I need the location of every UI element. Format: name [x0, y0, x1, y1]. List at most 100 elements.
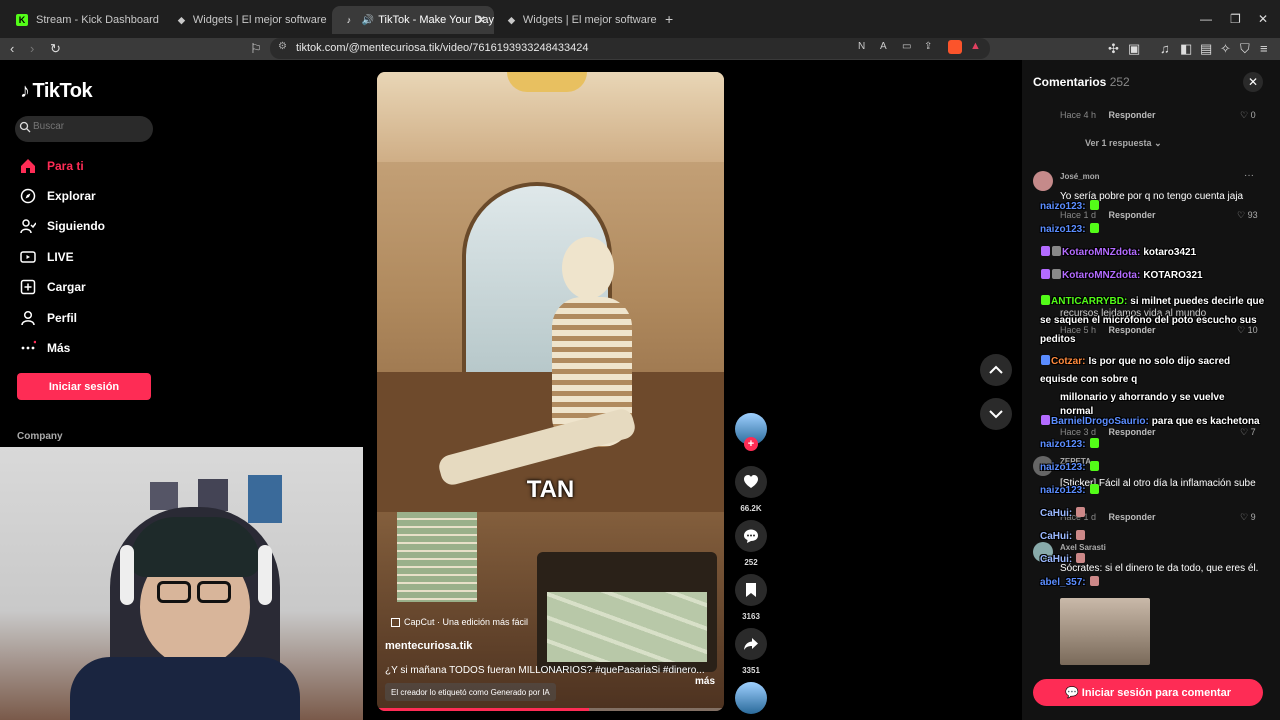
- sidebar-item-mas[interactable]: Más: [20, 340, 70, 356]
- emote-icon: [1076, 507, 1086, 517]
- comment-user[interactable]: Axel Sarasti: [1060, 543, 1106, 552]
- url-text[interactable]: tiktok.com/@mentecuriosa.tik/video/76161…: [296, 42, 588, 54]
- comment-likes[interactable]: ♡ 7: [1240, 427, 1256, 438]
- new-tab-button[interactable]: +: [665, 11, 673, 27]
- comment-options-icon[interactable]: ···: [1244, 170, 1254, 181]
- comment-likes[interactable]: ♡ 93: [1237, 210, 1258, 221]
- cast-icon[interactable]: ▭: [902, 41, 911, 52]
- chat-message: abel_357:: [1040, 576, 1100, 588]
- badge-icon: [1041, 415, 1050, 425]
- chat-user: BarnielDrogoSaurio:: [1051, 416, 1149, 427]
- sidebar-item-cargar[interactable]: Cargar: [20, 279, 86, 295]
- sound-disc[interactable]: [735, 682, 767, 714]
- chat-user: CaHui:: [1040, 554, 1073, 565]
- comment-image[interactable]: [1060, 598, 1150, 665]
- share-action[interactable]: 3351: [735, 628, 767, 675]
- leo-icon[interactable]: ✧: [1220, 41, 1231, 57]
- emote-icon: [1089, 484, 1099, 494]
- tab-tiktok[interactable]: ♪ 🔊 TikTok - Make Your Day ✕: [332, 6, 494, 34]
- sound-disc-icon[interactable]: [735, 682, 767, 714]
- rewards-icon[interactable]: ▲: [970, 40, 981, 52]
- share-arrow-icon[interactable]: [735, 628, 767, 660]
- chat-user: ANTICARRYBD:: [1051, 296, 1128, 307]
- wallet-icon[interactable]: ▤: [1200, 41, 1212, 57]
- language-icon[interactable]: A: [880, 41, 887, 52]
- reload-icon[interactable]: ↻: [50, 41, 61, 57]
- badge-icon: [1041, 355, 1050, 365]
- video-player[interactable]: TAN CapCut · Una edición más fácil mente…: [377, 72, 724, 711]
- forward-icon[interactable]: ›: [30, 41, 34, 56]
- tab-title: Widgets | El mejor software para pot: [522, 14, 660, 26]
- bookmark-icon[interactable]: ⚐: [250, 41, 262, 57]
- creator-avatar[interactable]: +: [735, 413, 767, 451]
- comment-likes[interactable]: ♡ 0: [1240, 110, 1256, 121]
- extensions-icon[interactable]: ✣: [1108, 41, 1119, 57]
- emote-icon: [1089, 223, 1099, 233]
- close-tab-icon[interactable]: ✕: [476, 13, 486, 27]
- chat-message: BarnielDrogoSaurio: para que es kachetona: [1040, 415, 1260, 427]
- like-action[interactable]: 66.2K: [735, 466, 767, 513]
- comment-user[interactable]: José_mon: [1060, 172, 1100, 181]
- share-icon[interactable]: ⇪: [924, 41, 932, 52]
- close-window-icon[interactable]: ✕: [1258, 12, 1268, 26]
- chevron-up-icon: [989, 365, 1003, 374]
- sidebar-item-para-ti[interactable]: Para ti: [20, 158, 84, 174]
- sidebar-item-label: Siguiendo: [47, 219, 105, 233]
- translate-icon[interactable]: N: [858, 41, 865, 52]
- reply-button[interactable]: Responder: [1109, 210, 1156, 220]
- reply-button[interactable]: Responder: [1109, 110, 1156, 120]
- profile-icon: [20, 310, 36, 326]
- more-link[interactable]: más: [695, 676, 715, 687]
- tiktok-logo[interactable]: ♪ TikTok: [20, 80, 93, 103]
- like-number: 7: [1250, 427, 1256, 437]
- view-replies[interactable]: Ver 1 respuesta ⌄: [1085, 138, 1162, 149]
- browser-tab-bar: K Stream - Kick Dashboard ◆ Widgets | El…: [0, 0, 1280, 38]
- tab-search-icon[interactable]: ▣: [1128, 41, 1140, 57]
- chat-user: CaHui:: [1040, 508, 1073, 519]
- minimize-icon[interactable]: —: [1200, 12, 1212, 26]
- back-icon[interactable]: ‹: [10, 41, 14, 56]
- login-to-comment-button[interactable]: 💬 Iniciar sesión para comentar: [1033, 679, 1263, 706]
- comment-text: Sócrates: si el dinero te da todo, que e…: [1060, 563, 1259, 574]
- previous-video-button[interactable]: [980, 354, 1012, 386]
- sidebar-item-siguiendo[interactable]: Siguiendo: [20, 218, 105, 234]
- wall-poster: [150, 482, 178, 510]
- tab-kick-dashboard[interactable]: K Stream - Kick Dashboard: [4, 6, 164, 34]
- sidebar-item-explorar[interactable]: Explorar: [20, 188, 96, 204]
- comment-action[interactable]: 252: [735, 520, 767, 567]
- avatar[interactable]: [1033, 171, 1053, 191]
- reply-button[interactable]: Responder: [1109, 512, 1156, 522]
- comment-likes[interactable]: ♡ 9: [1240, 512, 1256, 523]
- company-heading: Company: [17, 431, 63, 442]
- reply-button[interactable]: Responder: [1109, 427, 1156, 437]
- menu-icon[interactable]: ≡: [1260, 41, 1268, 56]
- login-button[interactable]: Iniciar sesión: [17, 373, 151, 400]
- music-icon[interactable]: ♫: [1160, 41, 1170, 56]
- sidebar-item-perfil[interactable]: Perfil: [20, 310, 77, 326]
- video-author[interactable]: mentecuriosa.tik: [385, 640, 472, 652]
- capcut-badge[interactable]: CapCut · Una edición más fácil: [391, 617, 528, 627]
- webcam-feed: [0, 447, 363, 720]
- search-input[interactable]: [33, 121, 143, 132]
- heart-icon[interactable]: [735, 466, 767, 498]
- maximize-icon[interactable]: ❐: [1230, 12, 1241, 26]
- sidebar-icon[interactable]: ◧: [1180, 41, 1192, 57]
- site-info-icon[interactable]: ⚙: [278, 41, 287, 52]
- comment-icon[interactable]: [735, 520, 767, 552]
- live-icon: [20, 249, 36, 265]
- video-progress-bar[interactable]: [377, 708, 724, 711]
- brave-shield-icon[interactable]: [948, 40, 962, 54]
- save-action[interactable]: 3163: [735, 574, 767, 621]
- follow-plus-icon[interactable]: +: [744, 437, 758, 451]
- close-comments-button[interactable]: ✕: [1243, 72, 1263, 92]
- sidebar-item-live[interactable]: LIVE: [20, 249, 74, 265]
- next-video-button[interactable]: [980, 398, 1012, 430]
- search-bar[interactable]: [15, 116, 153, 142]
- following-icon: [20, 218, 36, 234]
- vpn-icon[interactable]: ⛉: [1240, 41, 1250, 57]
- address-bar[interactable]: ⚙ tiktok.com/@mentecuriosa.tik/video/761…: [270, 38, 990, 59]
- bookmark-icon[interactable]: [735, 574, 767, 606]
- tab-widgets-1[interactable]: ◆ Widgets | El mejor software para pot: [166, 6, 330, 34]
- headset: [120, 545, 134, 605]
- tab-widgets-2[interactable]: ◆ Widgets | El mejor software para pot: [496, 6, 660, 34]
